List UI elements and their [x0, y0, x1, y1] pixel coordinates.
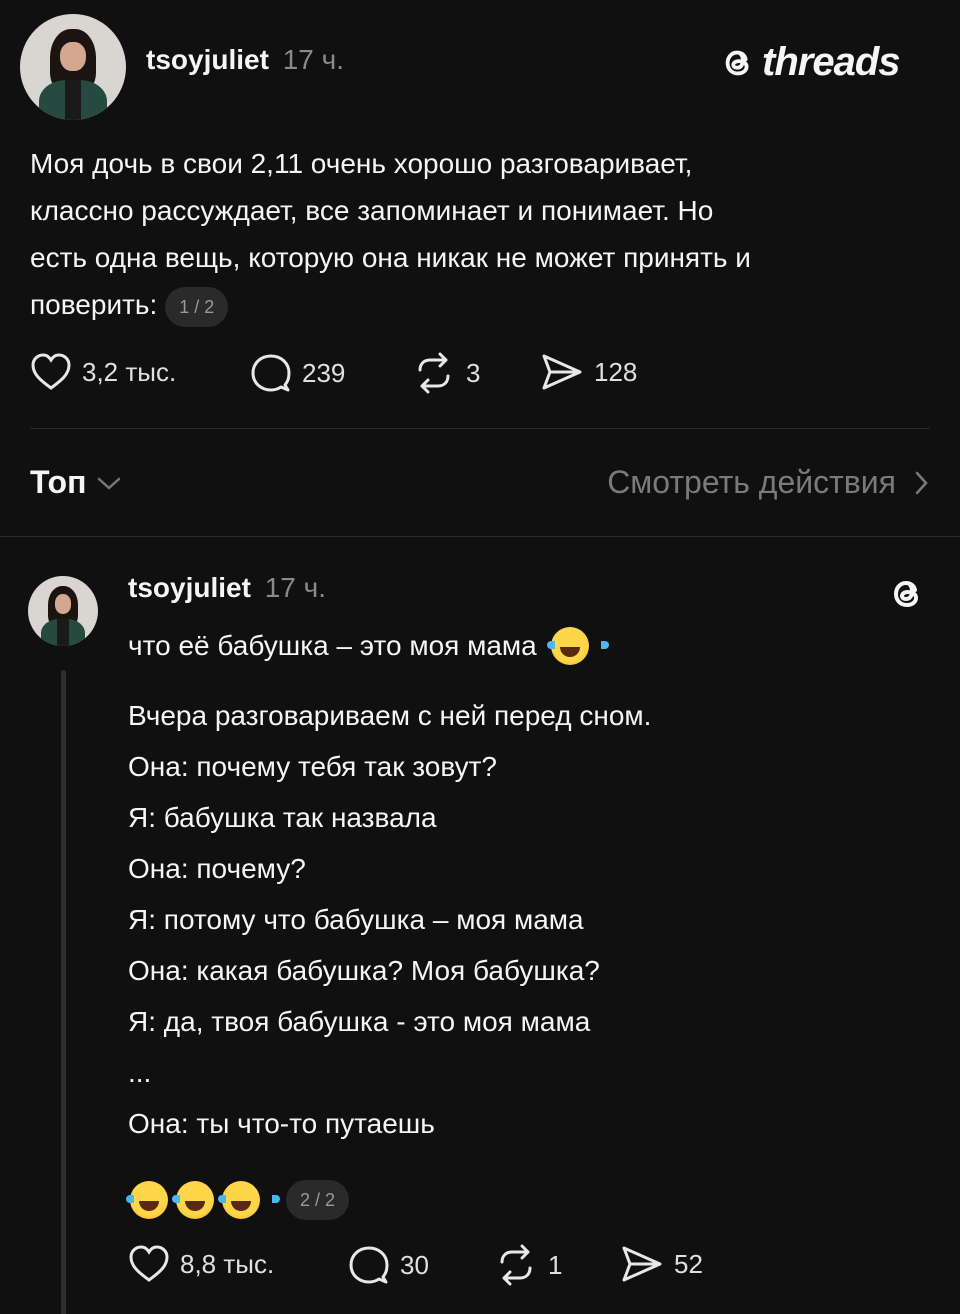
thread-line	[61, 670, 66, 1314]
like-count: 8,8 тыс.	[180, 1248, 275, 1279]
view-activity-link[interactable]: Смотреть действия	[607, 464, 930, 501]
view-activity-label: Смотреть действия	[607, 464, 896, 500]
threads-logo-icon	[893, 580, 919, 608]
chevron-right-icon	[915, 471, 928, 494]
face-with-tears-of-joy-emoji	[126, 1181, 188, 1219]
reply-emoji-row: 2 / 2	[126, 1180, 350, 1220]
reply-avatar[interactable]	[28, 576, 98, 646]
reply-time: 17 ч.	[264, 572, 326, 603]
reply-line: Она: почему?	[128, 853, 306, 884]
post-header: tsoyjuliet 17 ч.	[146, 44, 344, 76]
share-button[interactable]: 52	[620, 1244, 703, 1284]
reply-line: ...	[128, 1057, 152, 1088]
repost-icon	[418, 352, 450, 394]
face-with-tears-of-joy-emoji	[218, 1181, 280, 1219]
heart-icon	[31, 353, 71, 390]
reply-line: Я: потому что бабушка – моя мама	[128, 904, 584, 935]
comment-button[interactable]: 239	[250, 352, 345, 394]
repost-button[interactable]: 3	[412, 352, 480, 394]
reply-body: Вчера разговариваем с ней перед сном. Он…	[128, 690, 908, 1149]
comment-count: 239	[302, 357, 346, 388]
send-icon	[622, 1246, 662, 1282]
repost-icon	[500, 1244, 532, 1286]
share-count: 52	[674, 1248, 703, 1279]
sort-label: Топ	[30, 464, 87, 500]
post-text-line: классно рассуждает, все запоминает и пон…	[30, 195, 714, 226]
post-text: Моя дочь в свои 2,11 очень хорошо разгов…	[30, 140, 930, 328]
reply-first-line: что её бабушка – это моя мама	[128, 620, 609, 671]
threads-logo-icon	[725, 50, 749, 75]
sort-dropdown[interactable]: Топ	[30, 464, 122, 501]
post-text-line: есть одна вещь, которую она никак не мож…	[30, 242, 751, 273]
reply-line: Она: почему тебя так зовут?	[128, 751, 497, 782]
section-divider	[0, 536, 960, 537]
reply-line: Я: бабушка так назвала	[128, 802, 437, 833]
reply-header: tsoyjuliet 17 ч.	[128, 572, 326, 604]
post-time: 17 ч.	[282, 44, 344, 75]
post-text-line: Моя дочь в свои 2,11 очень хорошо разгов…	[30, 148, 693, 179]
like-button[interactable]: 3,2 тыс.	[30, 352, 176, 392]
comment-button[interactable]: 30	[348, 1244, 429, 1286]
post-text-line: поверить:	[30, 289, 158, 320]
comment-bubble-icon	[251, 354, 291, 392]
send-icon	[542, 354, 582, 390]
post-text-line-last: поверить: 1 / 2	[30, 281, 930, 328]
threads-logo: threads	[720, 40, 900, 85]
reply-line: Она: какая бабушка? Моя бабушка?	[128, 955, 600, 986]
heart-icon	[129, 1245, 169, 1282]
avatar[interactable]	[20, 14, 126, 120]
reply-line: Вчера разговариваем с ней перед сном.	[128, 700, 652, 731]
share-button[interactable]: 128	[540, 352, 637, 392]
page-badge: 1 / 2	[165, 286, 229, 327]
repost-button[interactable]: 1	[494, 1244, 562, 1286]
chevron-down-icon	[98, 477, 121, 490]
reply-line: Я: да, твоя бабушка - это моя мама	[128, 1006, 591, 1037]
share-count: 128	[594, 356, 638, 387]
comment-bubble-icon	[349, 1246, 389, 1284]
reply-username[interactable]: tsoyjuliet	[128, 572, 251, 603]
face-with-tears-of-joy-emoji	[546, 626, 609, 665]
divider	[30, 428, 930, 429]
face-with-tears-of-joy-emoji	[172, 1181, 234, 1219]
comment-count: 30	[400, 1249, 429, 1280]
like-count: 3,2 тыс.	[82, 356, 177, 387]
username[interactable]: tsoyjuliet	[146, 44, 269, 75]
reply-line: Она: ты что-то путаешь	[128, 1108, 435, 1139]
reply-first-line-text: что её бабушка – это моя мама	[128, 630, 537, 661]
repost-count: 1	[548, 1249, 563, 1280]
like-button[interactable]: 8,8 тыс.	[128, 1244, 274, 1284]
threads-wordmark: threads	[762, 40, 900, 84]
page-badge: 2 / 2	[286, 1180, 350, 1220]
repost-count: 3	[466, 357, 481, 388]
